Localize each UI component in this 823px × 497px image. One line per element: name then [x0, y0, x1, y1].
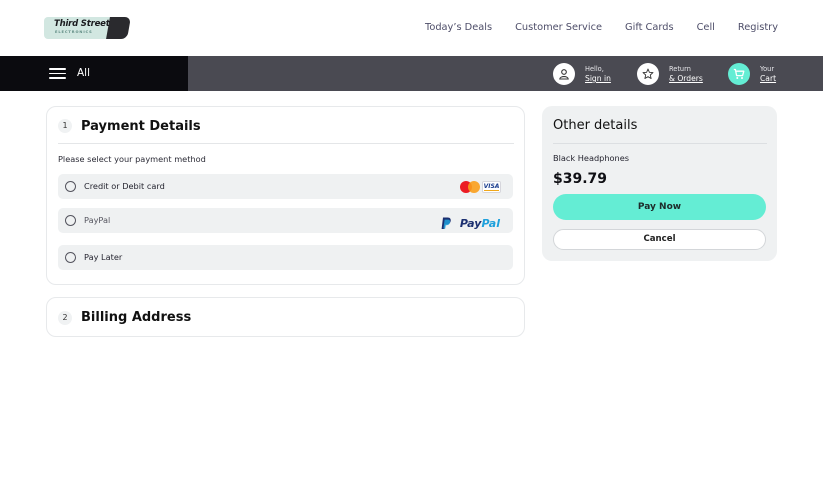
- payment-details-title: Payment Details: [81, 119, 201, 134]
- nav-link-registry[interactable]: Registry: [738, 22, 778, 33]
- step-number: 2: [58, 311, 72, 325]
- payment-option-pay-later[interactable]: Pay Later: [58, 245, 513, 270]
- sign-in-link[interactable]: Sign in: [585, 74, 611, 83]
- divider: [553, 143, 767, 144]
- option-label: Credit or Debit card: [84, 181, 165, 191]
- logo-title: Third Street: [54, 19, 110, 29]
- orders-link[interactable]: & Orders: [669, 74, 703, 83]
- option-label: Pay Later: [84, 252, 123, 262]
- radio-button[interactable]: [65, 181, 76, 192]
- pay-now-button[interactable]: Pay Now: [553, 194, 766, 220]
- top-nav-links: Today’s Deals Customer Service Gift Card…: [402, 22, 778, 33]
- hamburger-icon: [49, 68, 66, 79]
- account-sign-in[interactable]: Hello, Sign in: [553, 63, 623, 85]
- logo-tagline: ELECTRONICS: [55, 30, 93, 34]
- top-header: Third Street ELECTRONICS Today’s Deals C…: [0, 0, 823, 56]
- paypal-p-icon: [441, 217, 451, 229]
- returns-orders[interactable]: Return & Orders: [637, 63, 709, 85]
- summary-title: Other details: [553, 118, 638, 133]
- order-summary-panel: Other details Black Headphones $39.79 Pa…: [542, 106, 777, 261]
- returns-label: Return: [669, 65, 691, 73]
- nav-link-todays-deals[interactable]: Today’s Deals: [425, 22, 492, 33]
- visa-icon: VISA: [482, 181, 501, 193]
- mastercard-icon: [460, 181, 480, 193]
- option-label: PayPal: [84, 215, 111, 225]
- cart-icon: [728, 63, 750, 85]
- cancel-button[interactable]: Cancel: [553, 229, 766, 250]
- payment-details-card: 1 Payment Details Please select your pay…: [46, 106, 525, 285]
- payment-option-card[interactable]: Credit or Debit card VISA: [58, 174, 513, 199]
- user-icon: [553, 63, 575, 85]
- nav-link-cell[interactable]: Cell: [697, 22, 715, 33]
- payment-option-paypal[interactable]: PayPal PayPal: [58, 208, 513, 233]
- cart[interactable]: Your Cart: [728, 63, 780, 85]
- account-greeting: Hello,: [585, 65, 604, 73]
- all-menu-button[interactable]: All: [0, 56, 188, 91]
- cart-link[interactable]: Cart: [760, 74, 776, 83]
- paypal-wordmark-pay: Pay: [459, 217, 482, 230]
- radio-button[interactable]: [65, 215, 76, 226]
- product-price: $39.79: [553, 171, 608, 187]
- nav-link-customer-service[interactable]: Customer Service: [515, 22, 602, 33]
- payment-method-hint: Please select your payment method: [58, 154, 206, 164]
- step-number: 1: [58, 119, 72, 133]
- main-nav-bar: All Hello, Sign in Return & Orders Your …: [0, 56, 823, 91]
- divider: [58, 143, 514, 144]
- all-menu-label: All: [77, 67, 91, 79]
- paypal-logo: PayPal: [441, 213, 500, 230]
- radio-button[interactable]: [65, 252, 76, 263]
- cart-prefix: Your: [760, 65, 775, 73]
- paypal-wordmark-pal: Pal: [481, 217, 500, 230]
- paypal-wordmark: PayPal: [460, 217, 500, 230]
- brand-logo[interactable]: Third Street ELECTRONICS: [44, 17, 131, 39]
- star-icon: [637, 63, 659, 85]
- product-name: Black Headphones: [553, 153, 630, 163]
- billing-address-title: Billing Address: [81, 310, 192, 325]
- nav-link-gift-cards[interactable]: Gift Cards: [625, 22, 674, 33]
- billing-address-card[interactable]: 2 Billing Address: [46, 297, 525, 337]
